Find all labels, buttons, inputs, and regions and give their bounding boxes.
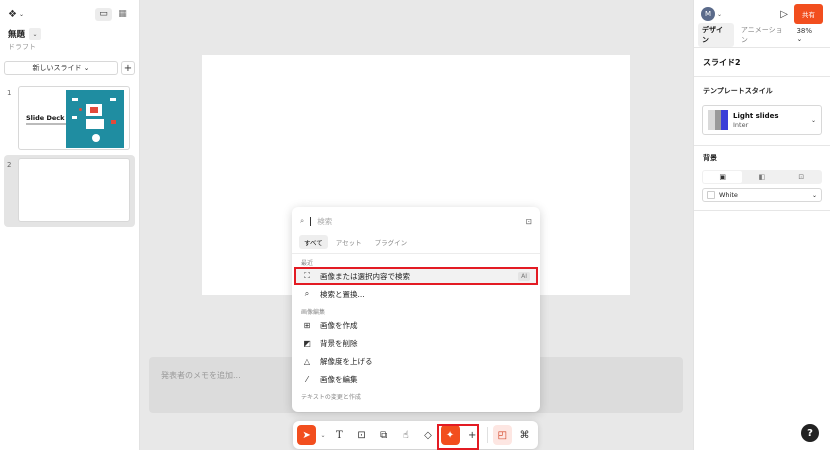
slide-number: 1 (7, 89, 12, 97)
stamp-tool-icon[interactable]: ☝ (396, 425, 415, 445)
file-menu-chevron-icon[interactable]: ⌄ (29, 28, 42, 40)
single-view-icon[interactable]: ▭ (95, 7, 112, 21)
menu-item-label: 解像度を上げる (320, 356, 373, 366)
magic-edit-icon: ⁄ (306, 374, 308, 384)
shape-tool-icon[interactable]: ⧉ (374, 425, 393, 445)
menu-item-label: 画像または選択内容で検索 (320, 271, 410, 281)
chevron-down-icon: ⌄ (18, 10, 24, 18)
template-style-label: テンプレートスタイル (703, 87, 773, 95)
figma-logo-icon: ❖ (8, 8, 17, 20)
slide-thumbnail-row[interactable]: 1 Slide Deck Title (4, 86, 135, 152)
thumbnail-illustration (66, 90, 124, 148)
help-button[interactable]: ? (801, 424, 819, 442)
toolbar-divider (486, 427, 488, 443)
search-by-image-item[interactable]: ⛶ 画像または選択内容で検索 AI (294, 267, 538, 285)
template-font: Inter (733, 120, 749, 129)
move-tool-icon[interactable]: ➤ (297, 425, 317, 445)
text-cursor (310, 216, 312, 226)
comment-tool-icon[interactable]: ◰ (492, 425, 512, 445)
tab-assets[interactable]: アセット (331, 235, 367, 249)
create-image-item[interactable]: ⊞ 画像を作成 (292, 316, 540, 334)
zoom-level[interactable]: 38% ⌄ (796, 27, 826, 43)
add-slide-icon[interactable]: + (121, 61, 135, 75)
left-panel: ❖ ⌄ ▭ ▦ 無題 ⌄ ドラフト 新しいスライド ⌄ + 1 Slide Dec… (0, 0, 140, 450)
image-search-icon: ⛶ (304, 271, 310, 280)
slide-thumbnail-row-selected[interactable]: 2 (4, 155, 135, 227)
color-swatch (707, 191, 715, 199)
tab-all[interactable]: すべて (299, 234, 328, 249)
background-color-select[interactable]: White ⌄ (702, 188, 822, 202)
tab-design[interactable]: デザイン (698, 23, 734, 47)
grid-view-icon[interactable]: ▦ (114, 8, 131, 21)
template-style-picker[interactable]: Light slides Inter ⌄ (702, 105, 822, 135)
edit-image-item[interactable]: ⁄ 画像を編集 (292, 370, 540, 388)
slide-thumbnail-1[interactable]: Slide Deck Title (18, 86, 130, 150)
image-add-icon: ⊞ (303, 320, 311, 330)
file-title[interactable]: 無題 (8, 28, 25, 40)
zoom-value: 38% (796, 27, 812, 35)
slide-name: スライド2 (703, 57, 741, 67)
slide-thumbnail-2[interactable] (18, 158, 130, 222)
figma-menu[interactable]: ❖ ⌄ (8, 9, 24, 20)
bottom-toolbar: ➤ ⌄ T ⊡ ⧉ ☝ ◇ ✦ + ◰ ⌘ (293, 421, 538, 449)
template-name: Light slides (733, 111, 779, 120)
background-type-selector: ▣ ◧ ⊡ (702, 170, 822, 184)
search-icon: ⌕ (304, 289, 310, 298)
chevron-down-icon: ⌄ (810, 116, 816, 124)
chevron-down-icon: ⌄ (717, 10, 723, 18)
actions-search[interactable]: ⌕ 検索 ⊡ (300, 212, 532, 230)
group-recent: 最近 (301, 260, 314, 267)
group-text: テキストの変更と作成 (301, 394, 361, 401)
background-color-name: White (719, 191, 738, 199)
file-status: ドラフト (8, 43, 36, 51)
menu-item-label: 検索と置換... (320, 289, 365, 299)
gradient-fill-icon[interactable]: ◧ (742, 171, 781, 183)
view-toggle: ▭ ▦ (95, 7, 131, 21)
menu-item-label: 背景を削除 (320, 338, 358, 348)
actions-highlight-outline (437, 424, 479, 450)
image-search-icon[interactable]: ⊡ (526, 217, 532, 226)
thumbnail-subtitle-line (26, 123, 68, 125)
image-tool-icon[interactable]: ⊡ (352, 425, 371, 445)
ai-badge: AI (518, 271, 530, 281)
avatar: M (701, 7, 715, 21)
right-panel: M ⌄ ▷ 共有 デザイン アニメーション 38% ⌄ スライド2 テンプレート… (693, 0, 830, 450)
actions-search-placeholder: 検索 (317, 216, 333, 226)
dev-mode-icon[interactable]: ⌘ (515, 425, 534, 445)
image-remove-bg-icon: ◩ (303, 338, 311, 348)
upscale-icon: △ (303, 356, 311, 366)
move-tool-chevron-icon[interactable]: ⌄ (319, 425, 327, 445)
user-menu[interactable]: M ⌄ (701, 7, 722, 21)
tab-plugins[interactable]: プラグイン (370, 235, 413, 249)
chevron-down-icon: ⌄ (811, 191, 817, 199)
remove-background-item[interactable]: ◩ 背景を削除 (292, 334, 540, 352)
text-tool-icon[interactable]: T (330, 425, 349, 445)
solid-fill-icon[interactable]: ▣ (703, 171, 743, 183)
present-play-icon[interactable]: ▷ (780, 9, 788, 20)
background-label: 背景 (703, 154, 717, 162)
sticky-tool-icon[interactable]: ◇ (418, 425, 437, 445)
upscale-item[interactable]: △ 解像度を上げる (292, 352, 540, 370)
share-button[interactable]: 共有 (794, 4, 823, 24)
group-image-edit: 画像編集 (301, 309, 326, 316)
tab-animation[interactable]: アニメーション (737, 23, 794, 47)
menu-item-label: 画像を作成 (320, 320, 358, 330)
search-icon: ⌕ (300, 216, 305, 225)
image-fill-icon[interactable]: ⊡ (782, 171, 821, 183)
slide-number: 2 (7, 161, 12, 169)
actions-menu: ⌕ 検索 ⊡ すべて アセット プラグイン 最近 ⛶ 画像または選択内容で検索 … (292, 207, 540, 412)
menu-item-label: 画像を編集 (320, 374, 358, 384)
find-replace-item[interactable]: ⌕ 検索と置換... (292, 285, 540, 303)
template-swatch (708, 110, 729, 130)
new-slide-button[interactable]: 新しいスライド ⌄ (4, 61, 118, 75)
